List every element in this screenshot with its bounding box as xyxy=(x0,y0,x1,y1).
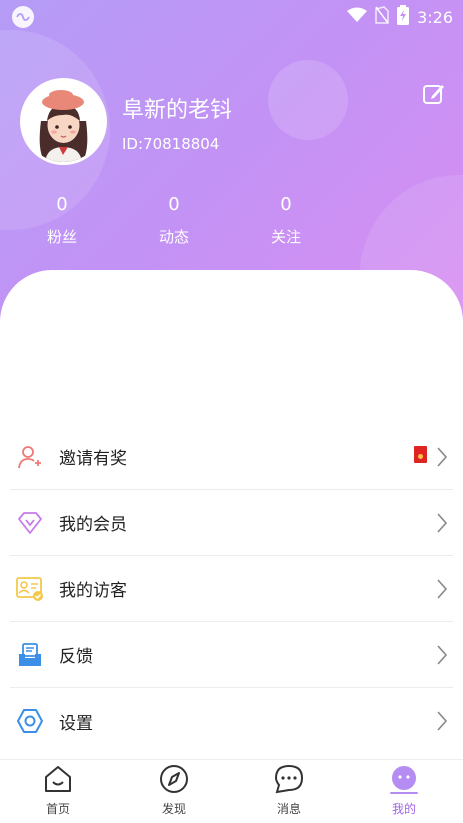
edit-profile-button[interactable] xyxy=(422,82,446,106)
menu-item-label: 设置 xyxy=(59,713,93,734)
stat-label: 粉丝 xyxy=(46,228,77,246)
edit-icon xyxy=(423,85,444,104)
no-sim-icon xyxy=(375,6,389,28)
home-icon xyxy=(45,766,71,792)
nav-tab-mine[interactable]: 我的 xyxy=(364,764,444,817)
bottom-navigation: 首页 发现 消息 我的 xyxy=(0,759,463,823)
status-bar: 3:26 xyxy=(0,0,463,34)
stat-count: 0 xyxy=(56,194,68,215)
nav-tab-messages[interactable]: 消息 xyxy=(249,764,329,817)
stat-fans[interactable]: 0 粉丝 xyxy=(22,193,102,248)
diamond-icon xyxy=(16,509,44,537)
chevron-right-icon xyxy=(437,645,448,665)
menu-item-visitors[interactable]: 我的访客 xyxy=(10,556,453,622)
wifi-icon xyxy=(347,7,368,27)
user-nickname: 阜新的老钭 xyxy=(122,98,233,123)
stat-count: 0 xyxy=(168,194,180,215)
chevron-right-icon xyxy=(437,711,448,731)
compass-icon xyxy=(160,765,188,793)
menu-item-settings[interactable]: 设置 xyxy=(10,688,453,754)
chat-bubble-icon xyxy=(274,764,304,794)
status-time: 3:26 xyxy=(417,7,453,27)
nav-tab-home[interactable]: 首页 xyxy=(18,764,98,817)
visitor-card-icon xyxy=(16,575,44,603)
chevron-right-icon xyxy=(437,579,448,599)
app-notification-icon xyxy=(12,6,34,28)
settings-hexagon-icon xyxy=(16,707,44,735)
menu-item-feedback[interactable]: 反馈 xyxy=(10,622,453,688)
menu-item-invite[interactable]: 邀请有奖 xyxy=(10,424,453,490)
nav-label: 首页 xyxy=(45,802,70,816)
avatar[interactable] xyxy=(20,78,107,165)
chevron-right-icon xyxy=(437,447,448,467)
stat-count: 0 xyxy=(280,194,292,215)
menu-item-membership[interactable]: 我的会员 xyxy=(10,490,453,556)
menu-item-label: 反馈 xyxy=(59,647,93,667)
nav-label: 消息 xyxy=(276,802,301,816)
stat-posts[interactable]: 0 动态 xyxy=(134,193,214,248)
profile-stats: 0 粉丝 0 动态 0 关注 xyxy=(0,193,343,253)
chevron-right-icon xyxy=(437,513,448,533)
feedback-icon xyxy=(16,641,44,669)
menu-item-label: 我的会员 xyxy=(59,515,127,535)
active-tab-indicator xyxy=(390,792,418,794)
menu-item-label: 我的访客 xyxy=(59,581,127,601)
settings-menu: 邀请有奖 我的会员 我的访客 反馈 设置 xyxy=(0,424,463,754)
nav-label: 发现 xyxy=(161,802,186,816)
user-add-icon xyxy=(16,443,44,471)
battery-charging-icon xyxy=(397,5,410,29)
face-icon xyxy=(392,766,416,790)
nav-label: 我的 xyxy=(391,802,416,816)
girl-avatar-illustration xyxy=(23,81,104,162)
stat-following[interactable]: 0 关注 xyxy=(246,193,326,248)
menu-item-label: 邀请有奖 xyxy=(59,449,127,469)
stat-label: 关注 xyxy=(270,228,301,246)
user-id: ID:70818804 xyxy=(122,135,220,153)
nav-tab-discover[interactable]: 发现 xyxy=(134,764,214,817)
red-envelope-icon xyxy=(414,446,427,463)
decor-bubble xyxy=(268,60,348,140)
stat-label: 动态 xyxy=(158,228,189,246)
